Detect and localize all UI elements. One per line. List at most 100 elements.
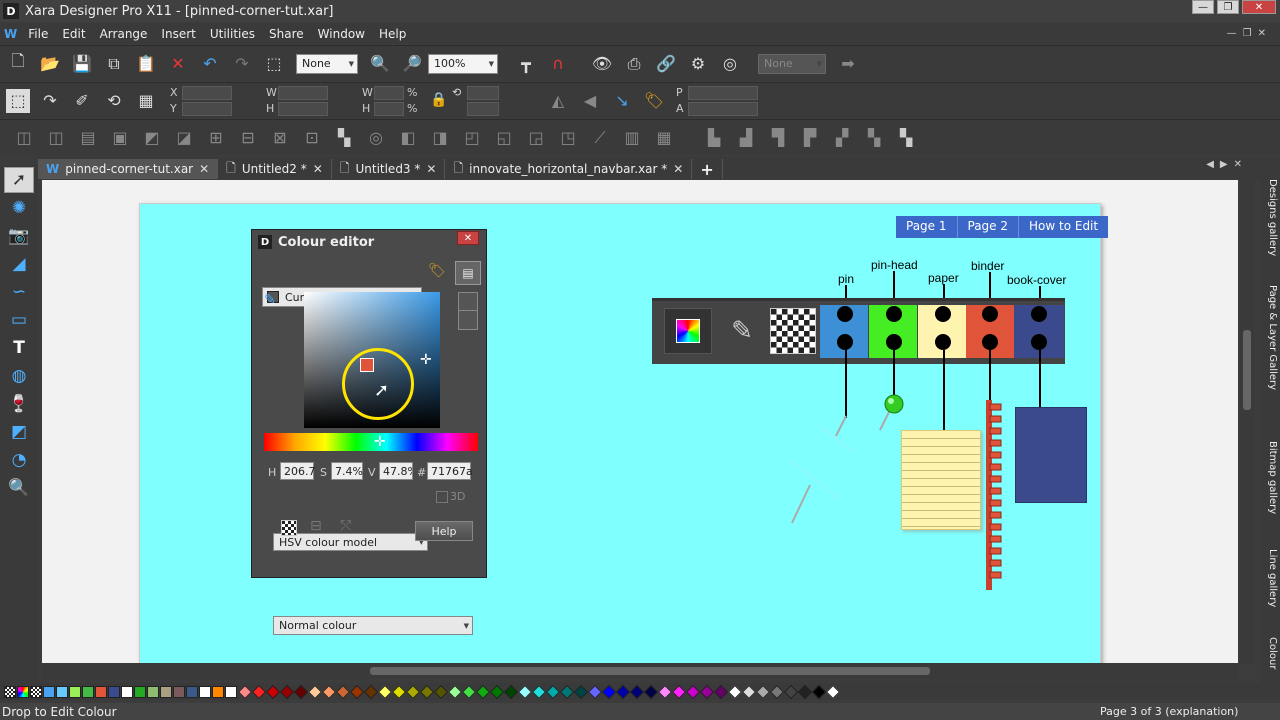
palette-swatch[interactable] — [461, 684, 477, 699]
hex-input[interactable]: 71767a — [427, 462, 473, 480]
shape-icon[interactable]: ◧ — [396, 126, 420, 150]
contour-icon[interactable]: ◎ — [364, 126, 388, 150]
palette-swatch[interactable] — [783, 684, 799, 699]
align-icon[interactable]: ▚ — [332, 126, 356, 150]
palette-swatch[interactable] — [559, 684, 575, 699]
palette-swatch[interactable] — [293, 684, 309, 699]
combine-icon[interactable]: ⊠ — [268, 126, 292, 150]
palette-swatch[interactable] — [489, 684, 505, 699]
maximize-button[interactable]: ❐ — [1217, 0, 1239, 14]
palette-swatch[interactable] — [573, 684, 589, 699]
eraser-tool-icon[interactable]: ◢ — [4, 251, 34, 277]
selector-tool-icon[interactable]: ⬚ — [6, 88, 30, 113]
palette-swatch[interactable] — [503, 684, 519, 699]
palette-swatch[interactable] — [186, 685, 198, 698]
palette-swatch[interactable] — [601, 684, 617, 699]
align-center-icon[interactable]: ▟ — [734, 126, 758, 150]
palette-swatch[interactable] — [349, 684, 365, 699]
paste-icon[interactable]: 📋 — [134, 52, 158, 76]
break-icon[interactable]: ⊡ — [300, 126, 324, 150]
palette-swatch[interactable] — [279, 684, 295, 699]
arrange-icon[interactable]: ▤ — [76, 126, 100, 150]
blend-icon[interactable]: ▦ — [652, 126, 676, 150]
y-input[interactable] — [182, 101, 232, 116]
colour-type-combo[interactable]: Normal colour — [273, 616, 473, 635]
palette-swatch[interactable] — [755, 684, 771, 699]
tab-untitled3[interactable]: 🗋 Untitled3 * ✕ — [332, 159, 446, 179]
palette-swatch[interactable] — [405, 684, 421, 699]
hue-slider[interactable]: ✛ — [264, 433, 478, 451]
palette-swatch[interactable] — [391, 684, 407, 699]
minimize-button[interactable]: — — [1192, 0, 1214, 14]
palette-swatch[interactable] — [82, 685, 94, 698]
palette-swatch[interactable] — [797, 684, 813, 699]
menu-arrange[interactable]: Arrange — [93, 27, 155, 41]
transparent-swatch[interactable] — [30, 685, 42, 698]
photo-tool-icon[interactable]: 📷 — [4, 223, 34, 249]
preview-icon[interactable]: 👁 — [590, 52, 614, 76]
palette-swatch[interactable] — [363, 684, 379, 699]
align-right-icon[interactable]: ▜ — [766, 126, 790, 150]
x-input[interactable] — [182, 85, 232, 100]
palette-swatch[interactable] — [671, 684, 687, 699]
rectangle-tool-icon[interactable]: ▭ — [4, 307, 34, 333]
palette-swatch[interactable] — [769, 684, 785, 699]
close-dialog-button[interactable]: ✕ — [457, 231, 479, 245]
close-tab-icon[interactable]: ✕ — [199, 162, 209, 176]
distribute-icon[interactable]: ▚ — [894, 126, 918, 150]
arrange-icon[interactable]: ◪ — [172, 126, 196, 150]
bitmap-gallery-tab[interactable]: Bitmap gallery — [1262, 441, 1278, 514]
no-colour-icon[interactable] — [770, 308, 816, 354]
palette-swatch[interactable] — [587, 684, 603, 699]
palette-swatch[interactable] — [147, 685, 159, 698]
palette-swatch[interactable] — [377, 684, 393, 699]
grid-icon[interactable]: ▦ — [134, 89, 158, 113]
snap-magnet-icon[interactable]: ∩ — [546, 52, 570, 76]
palette-swatch[interactable] — [237, 684, 253, 699]
nav-page-2[interactable]: Page 2 — [958, 216, 1019, 238]
palette-swatch[interactable] — [727, 684, 743, 699]
text-tool-icon[interactable]: T — [4, 335, 34, 361]
close-tab-icon[interactable]: ✕ — [673, 162, 683, 176]
palette-swatch[interactable] — [419, 684, 435, 699]
transform-icon[interactable]: ⬚ — [262, 52, 286, 76]
palette-swatch[interactable] — [173, 685, 185, 698]
contour-tool-icon[interactable]: ✺ — [4, 195, 34, 221]
line-icon[interactable]: ⟋ — [588, 126, 612, 150]
arrange-icon[interactable]: ◫ — [12, 126, 36, 150]
width-input[interactable] — [278, 85, 328, 100]
arrange-icon[interactable]: ◩ — [140, 126, 164, 150]
menu-file[interactable]: File — [21, 27, 55, 41]
zoom-tool-icon[interactable]: 🔍 — [368, 52, 392, 76]
undo-icon[interactable]: ↶ — [198, 52, 222, 76]
vertical-scroll-thumb[interactable] — [1243, 330, 1251, 410]
lock-aspect-icon[interactable]: 🔒 — [430, 92, 447, 108]
palette-swatch[interactable] — [657, 684, 673, 699]
zoom-combo[interactable]: 100% — [428, 53, 498, 74]
align-left-icon[interactable]: ▙ — [702, 126, 726, 150]
delete-icon[interactable]: ✕ — [166, 52, 190, 76]
palette-swatch[interactable] — [335, 684, 351, 699]
palette-swatch[interactable] — [447, 684, 463, 699]
horizontal-scrollbar[interactable] — [42, 663, 1238, 679]
palette-swatch[interactable] — [517, 684, 533, 699]
tab-untitled2[interactable]: 🗋 Untitled2 * ✕ — [218, 159, 332, 179]
palette-swatch[interactable] — [108, 685, 120, 698]
document-menu-icon[interactable]: W — [4, 27, 17, 41]
tab-scroll-icon[interactable]: ◀▶✕ — [1206, 159, 1248, 170]
palette-swatch[interactable] — [160, 685, 172, 698]
height-input[interactable] — [278, 101, 328, 116]
palette-swatch[interactable] — [811, 684, 827, 699]
align-middle-icon[interactable]: ▞ — [830, 126, 854, 150]
no-colour-icon[interactable] — [281, 520, 297, 536]
flip-horizontal-icon[interactable]: ◭ — [546, 89, 570, 113]
palette-swatch[interactable] — [212, 685, 224, 698]
p-input[interactable] — [688, 85, 758, 100]
selector-tool-icon[interactable]: ➚ — [4, 167, 34, 193]
colour-menu-icon[interactable]: ▤ — [455, 261, 481, 285]
tab-pinned-corner[interactable]: Wpinned-corner-tut.xar ✕ — [38, 159, 219, 179]
vertical-scrollbar[interactable] — [1240, 180, 1254, 663]
align-top-icon[interactable]: ▛ — [798, 126, 822, 150]
palette-swatch[interactable] — [629, 684, 645, 699]
palette-swatch[interactable] — [265, 684, 281, 699]
